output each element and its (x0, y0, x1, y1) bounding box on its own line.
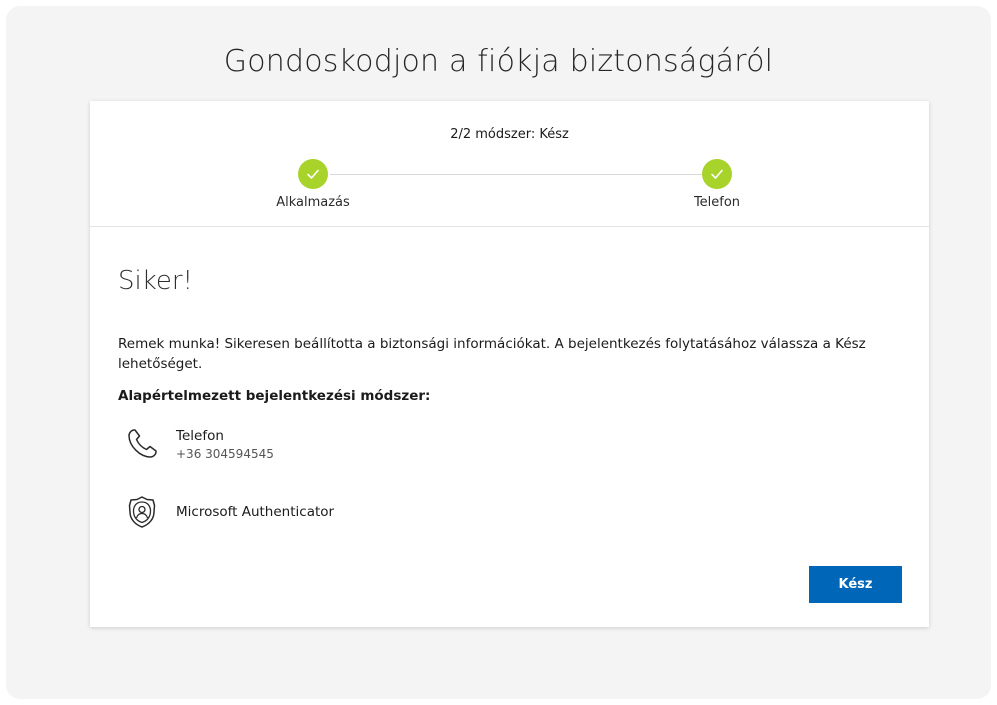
method-name: Microsoft Authenticator (176, 504, 335, 520)
step-label-phone: Telefon (693, 195, 741, 210)
phone-icon (124, 426, 160, 462)
method-phone: Telefon +36 304594545 (124, 426, 274, 462)
success-message: Remek munka! Sikeresen beállította a biz… (118, 336, 866, 372)
page-background: Gondoskodjon a fiókja biztonságáról 2/2 … (6, 6, 991, 699)
step-complete-icon (702, 159, 732, 189)
checkmark-icon (307, 169, 319, 179)
method-phone-number: +36 304594545 (176, 446, 274, 461)
default-method-label: Alapértelmezett bejelentkezési módszer: (118, 388, 431, 404)
method-name: Telefon (176, 427, 224, 444)
step-complete-icon (298, 159, 328, 189)
progress-line (330, 174, 718, 175)
progress-header: 2/2 módszer: Kész Alkalmazás Telefon (90, 101, 929, 227)
page-title: Gondoskodjon a fiókja biztonságáról (223, 44, 774, 79)
success-title: Siker! (118, 266, 193, 296)
step-label-app: Alkalmazás (276, 195, 350, 210)
checkmark-icon (711, 169, 723, 179)
authenticator-icon (124, 494, 160, 530)
setup-card: 2/2 módszer: Kész Alkalmazás Telefon Sik… (90, 101, 929, 627)
method-authenticator: Microsoft Authenticator (124, 494, 334, 530)
progress-label: 2/2 módszer: Kész (450, 127, 569, 142)
done-button[interactable]: Kész (809, 566, 902, 603)
